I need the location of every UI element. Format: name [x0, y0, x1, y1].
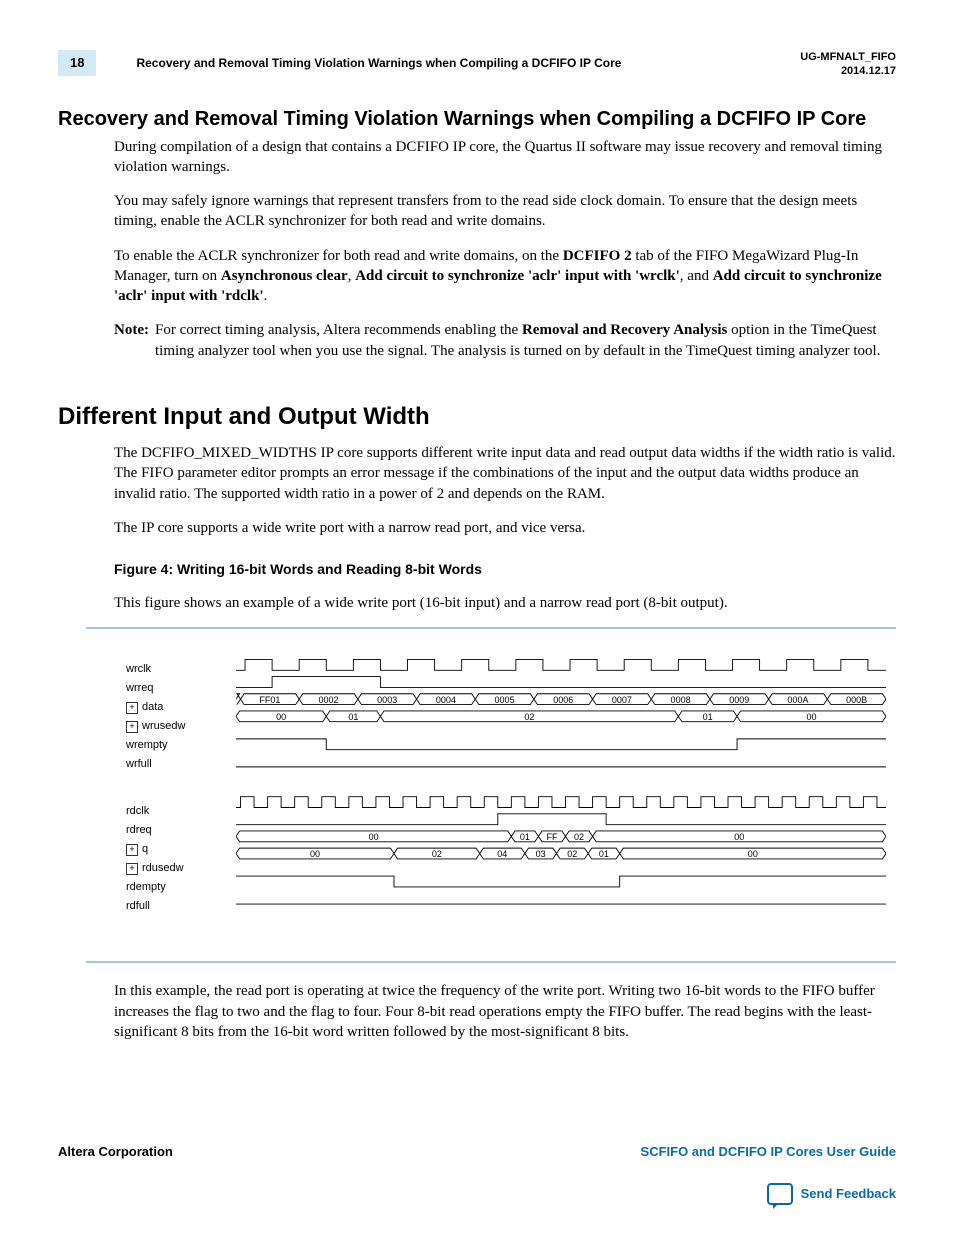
svg-text:0003: 0003: [377, 695, 397, 705]
signal-wrclk: wrclk: [126, 660, 151, 679]
svg-text:01: 01: [520, 832, 530, 842]
expand-icon[interactable]: +: [126, 844, 138, 856]
svg-text:03: 03: [536, 850, 546, 860]
svg-text:0004: 0004: [436, 695, 456, 705]
send-feedback-link[interactable]: Send Feedback: [801, 1185, 896, 1203]
expand-icon[interactable]: +: [126, 863, 138, 875]
signal-rdfull: rdfull: [126, 897, 150, 916]
page-header: 18 Recovery and Removal Timing Violation…: [58, 50, 896, 79]
section1-para3: To enable the ACLR synchronizer for both…: [114, 246, 896, 307]
signal-wrfull: wrfull: [126, 755, 152, 774]
section1-para2: You may safely ignore warnings that repr…: [114, 191, 896, 232]
svg-text:01: 01: [703, 712, 713, 722]
svg-text:0007: 0007: [612, 695, 632, 705]
page-footer: Altera Corporation SCFIFO and DCFIFO IP …: [58, 1143, 896, 1205]
signal-q: q: [142, 840, 148, 859]
signal-data: data: [142, 698, 163, 717]
running-title: Recovery and Removal Timing Violation Wa…: [136, 55, 621, 71]
figure4-waveform: wrclk wrreq + data + wrusedw wrempty wrful…: [86, 635, 896, 955]
svg-text:04: 04: [497, 850, 507, 860]
doc-date: 2014.12.17: [800, 64, 896, 78]
signal-wrempty: wrempty: [126, 736, 168, 755]
section2-para3: In this example, the read port is operat…: [114, 981, 896, 1042]
doc-id: UG-MFNALT_FIFO: [800, 50, 896, 64]
svg-text:000B: 000B: [846, 695, 867, 705]
figure-rule-top: [86, 627, 896, 629]
section2-title: Different Input and Output Width: [58, 401, 896, 433]
svg-text:01: 01: [599, 850, 609, 860]
footer-company: Altera Corporation: [58, 1143, 173, 1161]
svg-text:00: 00: [748, 850, 758, 860]
footer-guide-link[interactable]: SCFIFO and DCFIFO IP Cores User Guide: [641, 1143, 896, 1161]
svg-text:02: 02: [574, 832, 584, 842]
figure4-intro: This figure shows an example of a wide w…: [114, 593, 896, 613]
signal-rdclk: rdclk: [126, 802, 149, 821]
page-number: 18: [58, 50, 96, 76]
svg-text:000A: 000A: [787, 695, 808, 705]
svg-text:0002: 0002: [319, 695, 339, 705]
svg-text:FF: FF: [546, 832, 558, 842]
signal-rdusedw: rdusedw: [142, 859, 184, 878]
svg-text:0009: 0009: [729, 695, 749, 705]
svg-text:02: 02: [567, 850, 577, 860]
signal-wrusedw: wrusedw: [142, 717, 185, 736]
note-text: For correct timing analysis, Altera reco…: [155, 320, 896, 361]
section2-para2: The IP core supports a wide write port w…: [114, 518, 896, 538]
waveform-svg: FF0100020003000400050006000700080009000A…: [236, 645, 886, 916]
signal-rdempty: rdempty: [126, 878, 166, 897]
svg-text:00: 00: [310, 850, 320, 860]
svg-text:0008: 0008: [671, 695, 691, 705]
section2-para1: The DCFIFO_MIXED_WIDTHS IP core supports…: [114, 443, 896, 504]
svg-text:0005: 0005: [495, 695, 515, 705]
signal-rdreq: rdreq: [126, 821, 152, 840]
svg-text:00: 00: [276, 712, 286, 722]
figure-rule-bottom: [86, 961, 896, 963]
feedback-icon[interactable]: [767, 1183, 793, 1205]
note-block: Note: For correct timing analysis, Alter…: [114, 320, 896, 361]
svg-text:01: 01: [348, 712, 358, 722]
signal-labels: wrclk wrreq + data + wrusedw wrempty wrful…: [126, 660, 185, 916]
section1-para1: During compilation of a design that cont…: [114, 137, 896, 178]
svg-text:0006: 0006: [553, 695, 573, 705]
expand-icon[interactable]: +: [126, 721, 138, 733]
expand-icon[interactable]: +: [126, 702, 138, 714]
svg-text:FF01: FF01: [259, 695, 280, 705]
note-label: Note:: [114, 320, 149, 361]
section1-title: Recovery and Removal Timing Violation Wa…: [58, 107, 896, 131]
svg-text:00: 00: [369, 832, 379, 842]
svg-text:00: 00: [734, 832, 744, 842]
svg-text:00: 00: [806, 712, 816, 722]
svg-text:02: 02: [432, 850, 442, 860]
svg-text:02: 02: [524, 712, 534, 722]
figure4-caption: Figure 4: Writing 16-bit Words and Readi…: [114, 560, 896, 579]
signal-wrreq: wrreq: [126, 679, 154, 698]
